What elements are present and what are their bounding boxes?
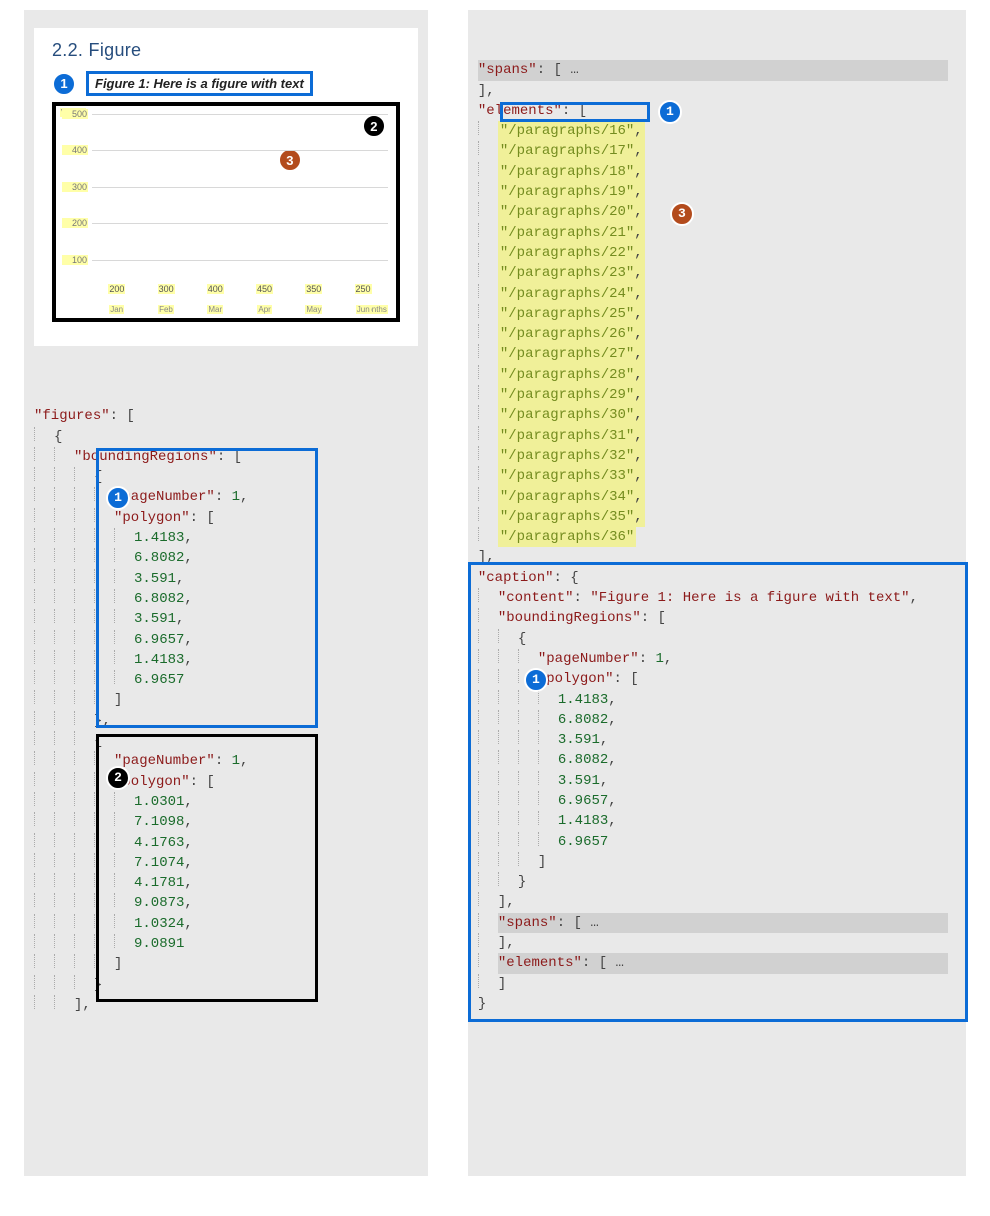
callout-badge-2-json: 2 (106, 766, 130, 790)
callout-badge-1-caption: 1 (524, 668, 548, 692)
json-left: "figures": [ { "boundingRegions": [ { "p… (34, 386, 418, 1137)
y-tick: 500 (62, 109, 88, 119)
x-tick: Feb (158, 305, 174, 314)
bar-value-label: 200 (108, 284, 125, 294)
x-tick: Jun (356, 305, 371, 314)
x-tick: May (305, 305, 322, 314)
callout-badge-1-right: 1 (658, 100, 682, 124)
bar-value-label: 400 (207, 284, 224, 294)
y-tick: 400 (62, 145, 88, 155)
bar-value-label: 450 (256, 284, 273, 294)
x-tick: Jan (109, 305, 124, 314)
bar-value-label: 350 (305, 284, 322, 294)
y-tick: 100 (62, 255, 88, 265)
x-tick: Mar (207, 305, 223, 314)
section-number: 2.2. (52, 40, 83, 60)
bar-value-label: 300 (158, 284, 175, 294)
y-tick: 200 (62, 218, 88, 228)
callout-badge-1: 1 (52, 72, 76, 96)
y-tick: 300 (62, 182, 88, 192)
chart-frame: Values Months 2 3 200300400450350250 100… (52, 102, 400, 322)
callout-badge-3-right: 3 (670, 202, 694, 226)
chart-area: 200300400450350250 100200300400500 (92, 114, 388, 296)
figure-card: 2.2. Figure 1 Figure 1: Here is a figure… (34, 28, 418, 346)
right-column: "spans": [ … ], "elements": [ "/paragrap… (468, 10, 966, 1176)
x-ticks: Jan Feb Mar Apr May Jun (92, 305, 388, 314)
callout-badge-1-json: 1 (106, 486, 130, 510)
figure-caption-box: Figure 1: Here is a figure with text (86, 71, 313, 96)
figure-heading: 2.2. Figure (52, 40, 400, 61)
x-tick: Apr (257, 305, 271, 314)
section-title: Figure (89, 40, 142, 60)
left-column: 2.2. Figure 1 Figure 1: Here is a figure… (24, 10, 428, 1176)
bar-value-label: 250 (355, 284, 372, 294)
json-right: "spans": [ … ], "elements": [ "/paragrap… (478, 40, 956, 1156)
